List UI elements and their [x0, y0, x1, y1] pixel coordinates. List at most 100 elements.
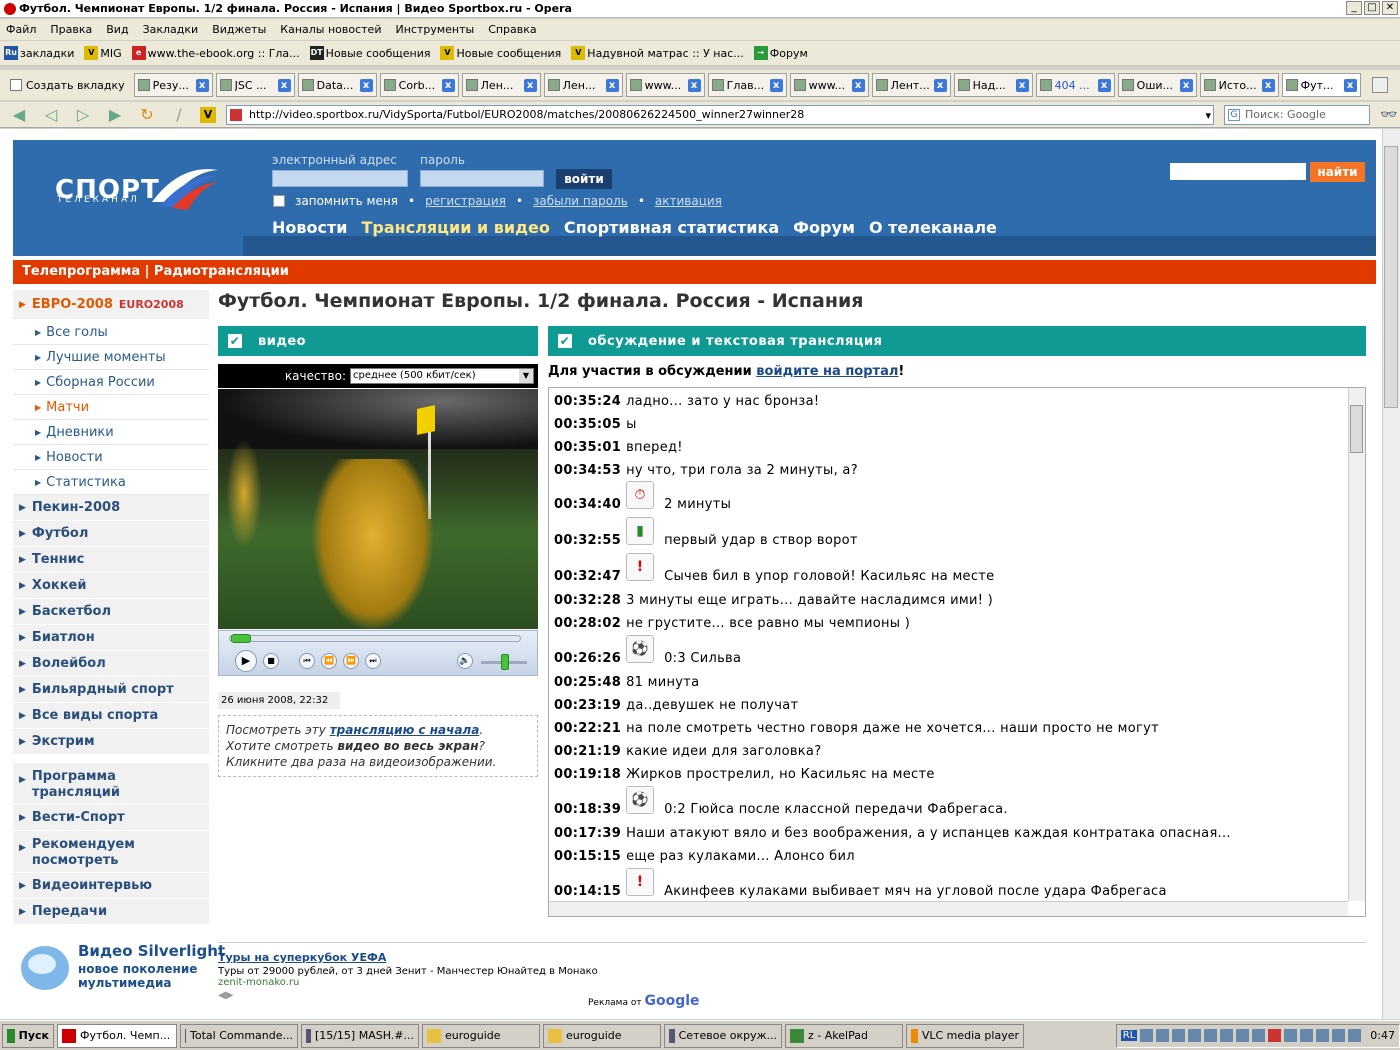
- taskbar-item[interactable]: euroguide: [422, 1023, 540, 1048]
- login-portal-link[interactable]: войдите на портал: [756, 364, 898, 379]
- browser-tab[interactable]: Лент... x: [871, 73, 951, 97]
- close-tab-icon[interactable]: x: [441, 78, 455, 92]
- sidebar-item[interactable]: ▶ Теннис: [13, 547, 209, 573]
- taskbar-item[interactable]: z - AkelPad: [785, 1023, 903, 1048]
- url-field[interactable]: http://video.sportbox.ru/VidySporta/Futb…: [226, 104, 1214, 125]
- play-icon[interactable]: ▶: [235, 650, 257, 672]
- browser-tab[interactable]: Data... x: [297, 73, 377, 97]
- browser-tab[interactable]: Оши... x: [1117, 73, 1197, 97]
- dropdown-icon[interactable]: ▾: [1205, 107, 1211, 125]
- trash-icon[interactable]: [1371, 77, 1388, 93]
- bookmark-item[interactable]: DT Новые сообщения: [309, 46, 430, 60]
- site-search-input[interactable]: [1170, 163, 1306, 180]
- volume-thumb[interactable]: [501, 654, 509, 670]
- page-scrollbar-thumb[interactable]: [1384, 146, 1398, 408]
- site-search-button[interactable]: найти: [1310, 162, 1365, 182]
- clock[interactable]: 0:47: [1370, 1029, 1395, 1042]
- browser-tab[interactable]: Над... x: [953, 73, 1033, 97]
- browser-tab[interactable]: Исто... x: [1199, 73, 1279, 97]
- sidebar-item[interactable]: ▶ Волейбол: [13, 651, 209, 677]
- bookmark-item[interactable]: V Надувной матрас :: У нас...: [571, 46, 744, 60]
- bookmark-item[interactable]: V Новые сообщения: [440, 46, 561, 60]
- browser-tab[interactable]: Лен... x: [461, 73, 541, 97]
- browser-tab-active[interactable]: Фут... x: [1281, 73, 1361, 97]
- tray-icon[interactable]: [1156, 1029, 1170, 1042]
- ad-url[interactable]: zenit-monako.ru: [218, 977, 1366, 988]
- close-tab-icon[interactable]: x: [769, 78, 783, 92]
- ad-headline[interactable]: Туры на суперкубок УЕФА: [218, 951, 1366, 964]
- tray-icon[interactable]: [1188, 1029, 1202, 1042]
- browser-tab[interactable]: Corb... x: [379, 73, 459, 97]
- bookmark-item[interactable]: Ru закладки: [4, 46, 74, 60]
- close-tab-icon[interactable]: x: [1343, 78, 1357, 92]
- sidebar-sub-item-active[interactable]: ▶ Матчи: [13, 395, 209, 420]
- wand-icon[interactable]: V: [200, 106, 216, 123]
- sidebar-item[interactable]: ▶ Экстрим: [13, 729, 209, 755]
- browser-tab[interactable]: Лен... x: [543, 73, 623, 97]
- nav-broadcasts[interactable]: Трансляции и видео: [361, 218, 549, 237]
- nav-about[interactable]: О телеканале: [869, 218, 997, 237]
- remember-checkbox[interactable]: [273, 195, 285, 207]
- forward-icon[interactable]: ▷: [72, 105, 94, 125]
- close-tab-icon[interactable]: x: [523, 78, 537, 92]
- silverlight-banner[interactable]: Видео Silverlight новое поколение мульти…: [18, 938, 225, 998]
- close-tab-icon[interactable]: x: [933, 78, 947, 92]
- menu-widgets[interactable]: Виджеты: [212, 23, 266, 36]
- taskbar-item-active[interactable]: Футбол. Чемп...: [57, 1023, 177, 1048]
- ads-by[interactable]: Реклама от Google: [588, 993, 700, 1009]
- close-tab-icon[interactable]: x: [1015, 78, 1029, 92]
- sidebar-item[interactable]: ▶ Вести-Спорт: [13, 805, 209, 831]
- sidebar-sub-item[interactable]: ▶ Все голы: [13, 320, 209, 345]
- edit-icon[interactable]: /: [168, 105, 190, 125]
- tray-icon[interactable]: [1268, 1029, 1282, 1042]
- fast-forward-icon[interactable]: ⏩: [343, 653, 359, 669]
- language-indicator[interactable]: RL: [1120, 1030, 1138, 1041]
- sidebar-item[interactable]: ▶ Бильярдный спорт: [13, 677, 209, 703]
- close-tab-icon[interactable]: x: [851, 78, 865, 92]
- back-icon-2[interactable]: ◁: [40, 105, 62, 125]
- taskbar-item[interactable]: VLC media player: [906, 1023, 1024, 1048]
- search-field[interactable]: G Поиск: Google: [1224, 104, 1370, 125]
- close-tab-icon[interactable]: x: [195, 78, 209, 92]
- maximize-button[interactable]: □: [1364, 1, 1380, 15]
- browser-tab[interactable]: www... x: [789, 73, 869, 97]
- password-input[interactable]: [420, 170, 544, 187]
- menu-tools[interactable]: Инструменты: [395, 23, 474, 36]
- bookmark-item[interactable]: e www.the-ebook.org :: Гла...: [131, 46, 300, 60]
- browser-tab[interactable]: 404 ... x: [1035, 73, 1115, 97]
- browser-tab[interactable]: Глав... x: [707, 73, 787, 97]
- menu-edit[interactable]: Правка: [50, 23, 92, 36]
- menu-feeds[interactable]: Каналы новостей: [280, 23, 381, 36]
- tray-icon[interactable]: [1236, 1029, 1250, 1042]
- rewind-icon[interactable]: ⏪: [321, 653, 337, 669]
- video-frame[interactable]: [218, 389, 538, 629]
- tray-icon[interactable]: [1252, 1029, 1266, 1042]
- bookmark-item[interactable]: V MIG: [84, 46, 122, 60]
- close-tab-icon[interactable]: x: [359, 78, 373, 92]
- sidebar-item[interactable]: ▶ Все виды спорта: [13, 703, 209, 729]
- close-tab-icon[interactable]: x: [605, 78, 619, 92]
- chat-scrollbar[interactable]: [1348, 388, 1365, 901]
- tray-icon[interactable]: [1284, 1029, 1298, 1042]
- menu-help[interactable]: Справка: [488, 23, 536, 36]
- new-tab-button[interactable]: Создать вкладку: [4, 73, 131, 97]
- tray-icon[interactable]: [1220, 1029, 1234, 1042]
- sidebar-item[interactable]: ▶ Футбол: [13, 521, 209, 547]
- tray-icon[interactable]: [1140, 1029, 1154, 1042]
- from-start-link[interactable]: трансляцию с начала: [330, 723, 480, 737]
- taskbar-item[interactable]: euroguide: [543, 1023, 661, 1048]
- chat-scrollbar-thumb[interactable]: [1350, 405, 1363, 453]
- tray-icon[interactable]: [1300, 1029, 1314, 1042]
- menu-view[interactable]: Вид: [106, 23, 128, 36]
- tray-icon[interactable]: [1172, 1029, 1186, 1042]
- register-link[interactable]: регистрация: [425, 194, 506, 208]
- bookmark-item[interactable]: → Форум: [753, 46, 808, 60]
- back-icon[interactable]: ◀: [8, 105, 30, 125]
- reload-icon[interactable]: ↻: [136, 105, 158, 125]
- glasses-icon[interactable]: 👓: [1380, 107, 1397, 123]
- sidebar-item[interactable]: ▶ Хоккей: [13, 573, 209, 599]
- browser-tab[interactable]: Резу... x: [133, 73, 213, 97]
- sidebar-item[interactable]: ▶ Передачи: [13, 899, 209, 925]
- tray-icon[interactable]: [1316, 1029, 1330, 1042]
- skip-back-icon[interactable]: ⏮: [299, 653, 315, 669]
